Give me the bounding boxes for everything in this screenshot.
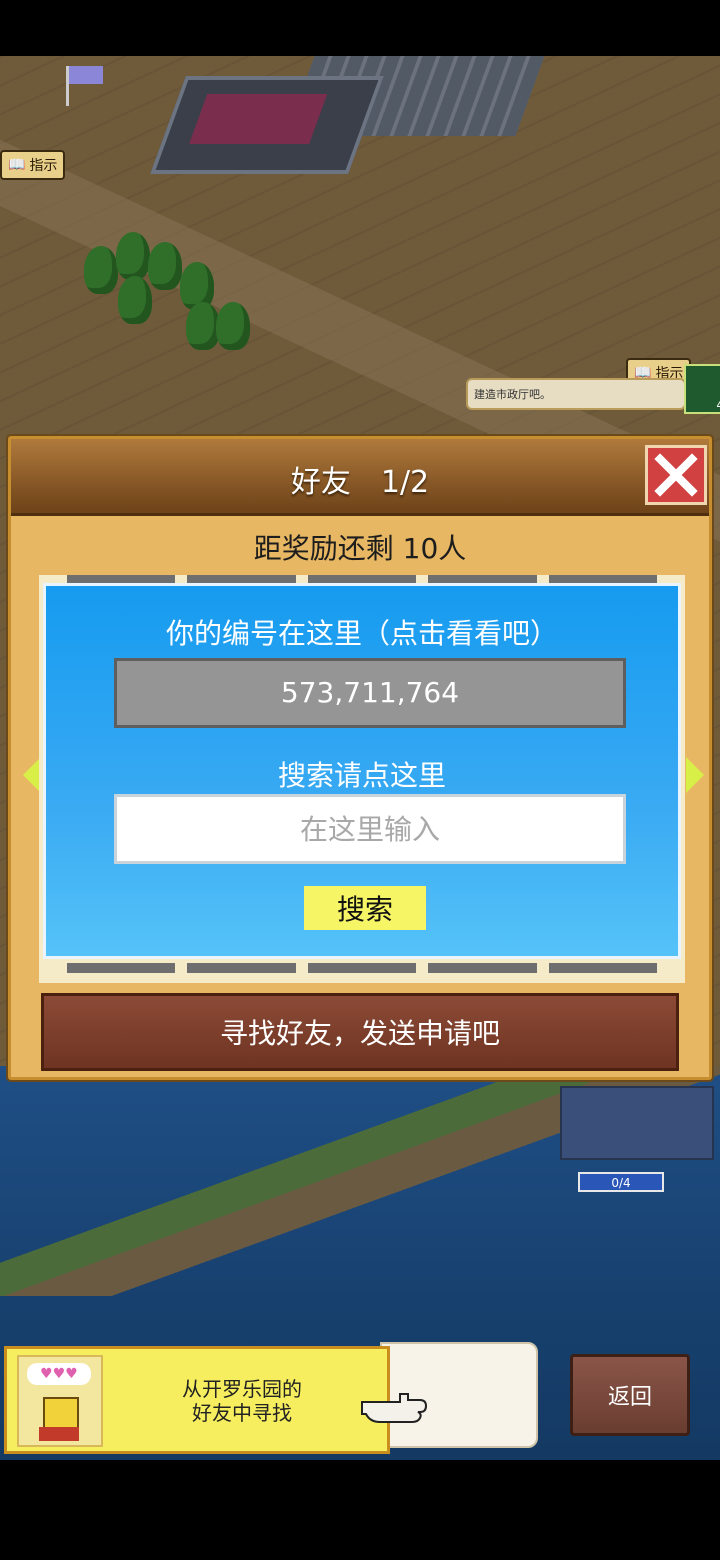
kairo-text-line2: 好友中寻找 — [192, 1401, 292, 1425]
pointing-hand-icon — [361, 1393, 428, 1423]
hint-tag-left[interactable]: 📖 指示 — [0, 150, 66, 180]
tip-text: 建造市政厅吧。 — [474, 388, 551, 401]
tree-icon — [118, 276, 152, 324]
search-panel-frame: 你的编号在这里（点击看看吧） 573,711,764 搜索请点这里 搜索 — [39, 575, 685, 983]
house-building — [560, 1086, 714, 1160]
friends-dialog: 好友 1/2 距奖励还剩 10人 你的编号在这里（点击看看吧） 573,711,… — [8, 436, 712, 1080]
reward-remaining-text: 距奖励还剩 10人 — [253, 532, 467, 565]
search-panel: 你的编号在这里（点击看看吧） 573,711,764 搜索请点这里 搜索 — [43, 583, 681, 959]
kairo-friends-text: 从开罗乐园的 好友中寻找 — [127, 1377, 357, 1425]
close-icon — [654, 453, 698, 497]
kairo-text-line1: 从开罗乐园的 — [182, 1377, 302, 1401]
tree-icon — [148, 242, 182, 290]
bottom-tab-strip — [39, 963, 685, 973]
kairo-avatar: ♥♥♥ — [17, 1355, 103, 1447]
hint-tag-label: 指示 — [29, 158, 58, 174]
your-id-box[interactable]: 573,711,764 — [114, 658, 626, 728]
back-label: 返回 — [607, 1385, 652, 1410]
find-friends-label: 寻找好友，发送申请吧 — [219, 1017, 500, 1050]
money-chip[interactable]: 4 — [684, 364, 720, 414]
kairo-mascot-icon — [43, 1397, 79, 1429]
greenhouse-building — [150, 76, 384, 174]
your-id-label[interactable]: 你的编号在这里（点击看看吧） — [46, 612, 678, 652]
mascot-body — [39, 1427, 79, 1441]
tip-bubble[interactable]: 建造市政厅吧。 — [466, 378, 686, 410]
back-button[interactable]: 返回 — [570, 1354, 690, 1436]
hearts-icon: ♥♥♥ — [27, 1363, 91, 1385]
book-icon: 📖 — [8, 157, 26, 173]
tree-icon — [84, 246, 118, 294]
tree-icon — [216, 302, 250, 350]
search-label: 搜索请点这里 — [277, 759, 446, 792]
search-input[interactable] — [114, 794, 626, 864]
kairo-friends-card[interactable]: ♥♥♥ 从开罗乐园的 好友中寻找 — [4, 1346, 390, 1454]
dialog-header: 好友 1/2 — [11, 439, 709, 516]
flag-icon — [69, 66, 103, 84]
money-value: 4 — [716, 398, 720, 412]
tree-icon — [186, 302, 220, 350]
close-button[interactable] — [645, 445, 707, 505]
search-button[interactable]: 搜索 — [304, 886, 426, 930]
greenhouse-crops — [189, 94, 328, 144]
dialog-title: 好友 1/2 — [290, 465, 430, 500]
capacity-badge: 0/4 — [578, 1172, 664, 1192]
tree-icon — [116, 232, 150, 280]
find-friends-button[interactable]: 寻找好友，发送申请吧 — [41, 993, 679, 1071]
next-page-arrow-icon[interactable] — [686, 757, 704, 793]
